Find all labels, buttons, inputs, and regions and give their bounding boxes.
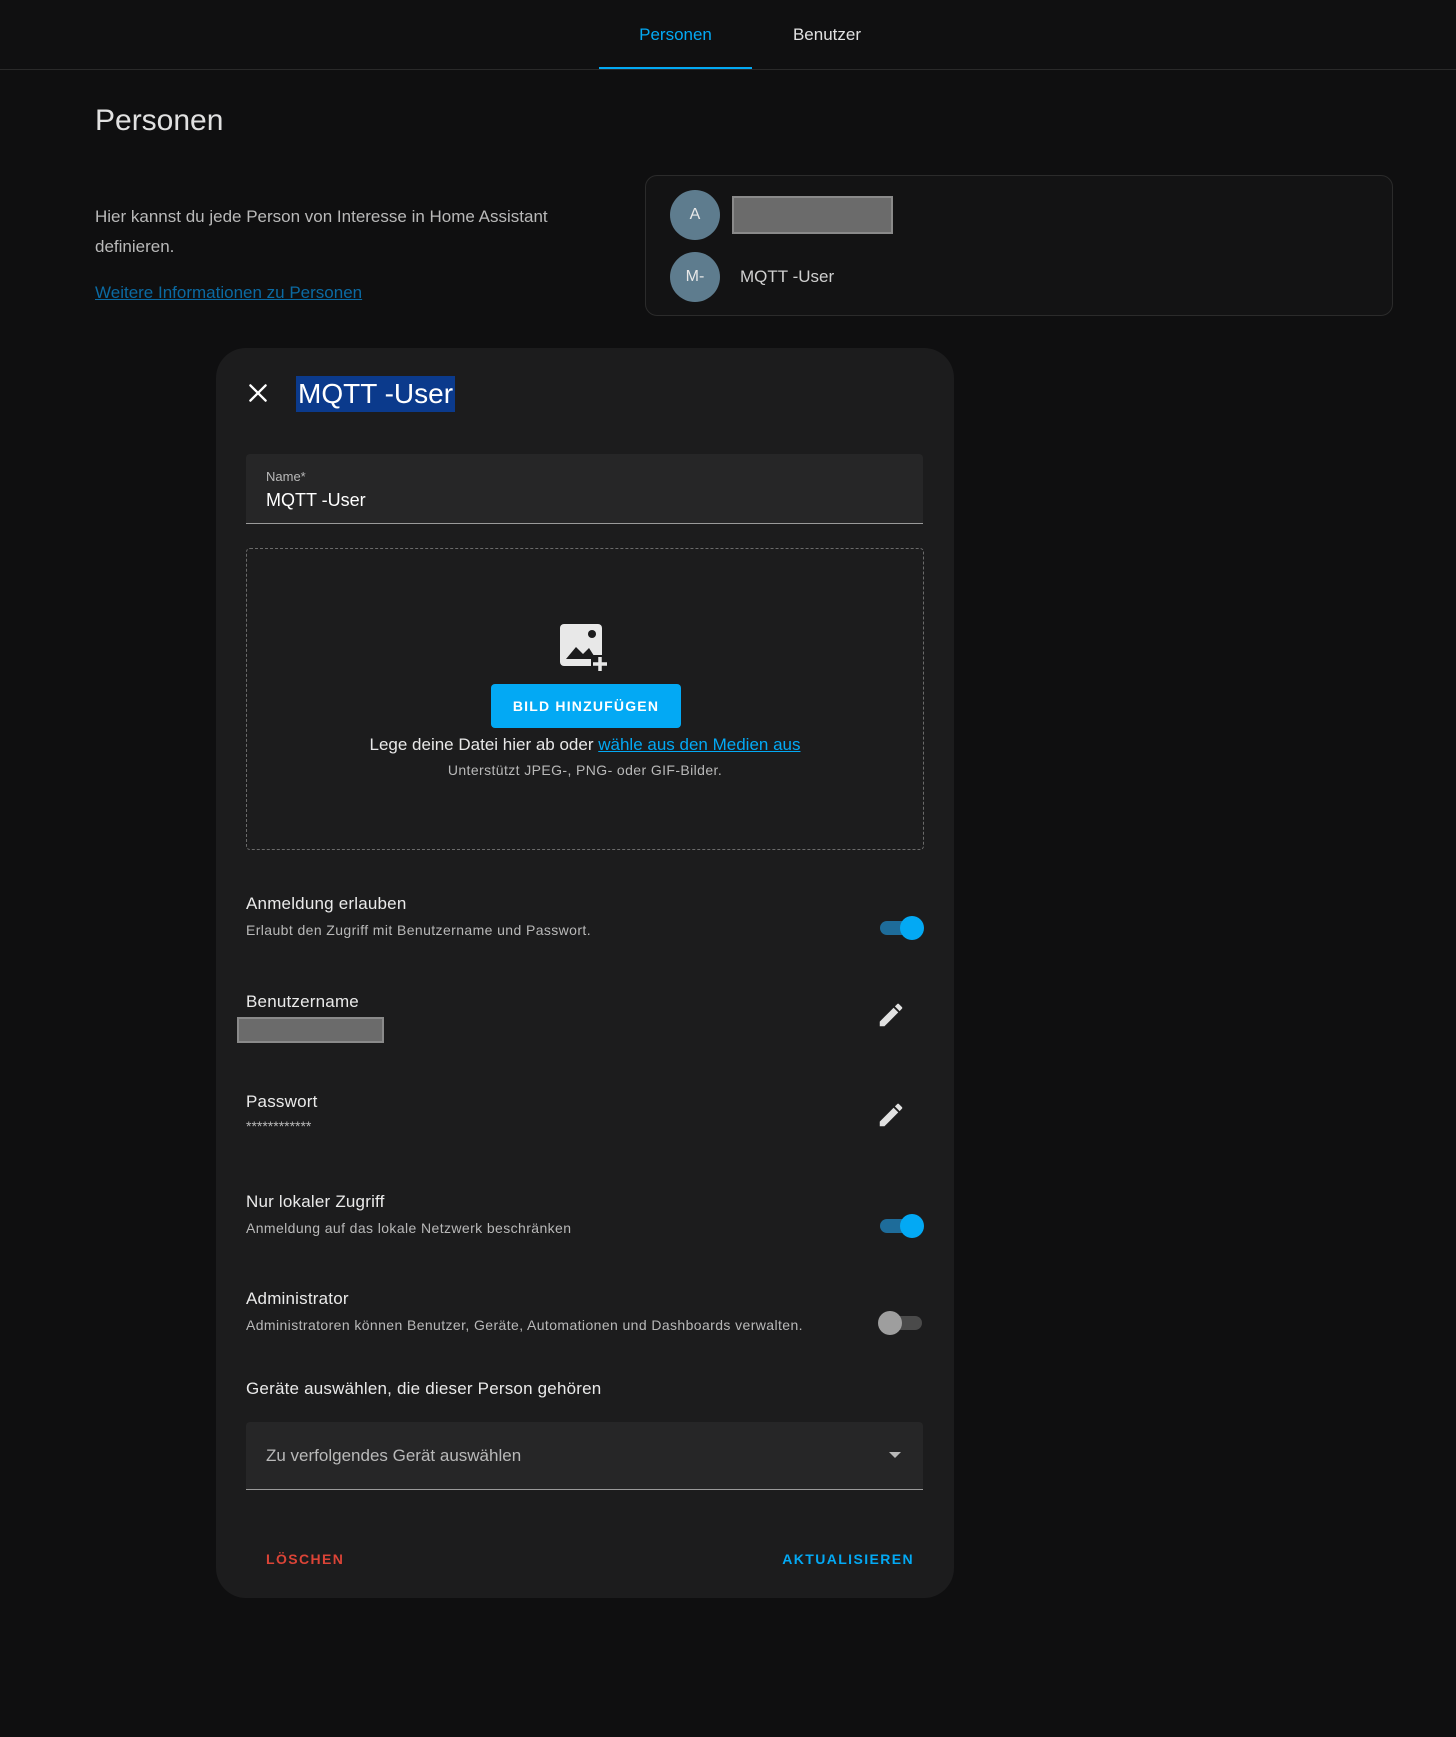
- intro-text: Hier kannst du jede Person von Interesse…: [95, 207, 548, 256]
- edit-password-pencil-icon[interactable]: [876, 1100, 906, 1130]
- allow-login-setting: Anmeldung erlauben Erlaubt den Zugriff m…: [246, 894, 926, 938]
- local-only-title: Nur lokaler Zugriff: [246, 1192, 385, 1211]
- toggle-thumb: [900, 1214, 924, 1238]
- persons-card: A M- MQTT -User: [645, 175, 1393, 316]
- allow-login-desc: Erlaubt den Zugriff mit Benutzername und…: [246, 922, 592, 938]
- add-image-button[interactable]: BILD HINZUFÜGEN: [491, 684, 681, 728]
- name-field-label: Name*: [266, 469, 306, 484]
- person-dialog: MQTT -User Name* MQTT -User BILD HINZUFÜ…: [216, 348, 954, 1598]
- toggle-thumb: [900, 916, 924, 940]
- username-title: Benutzername: [246, 992, 359, 1011]
- person-row[interactable]: M- MQTT -User: [670, 252, 1270, 302]
- allow-login-toggle[interactable]: [878, 916, 924, 940]
- admin-toggle[interactable]: [878, 1311, 924, 1335]
- upload-hint: Unterstützt JPEG-, PNG- oder GIF-Bilder.: [447, 762, 723, 778]
- admin-setting: Administrator Administratoren können Ben…: [246, 1289, 926, 1333]
- name-field[interactable]: Name* MQTT -User: [246, 454, 923, 524]
- local-only-toggle[interactable]: [878, 1214, 924, 1238]
- close-icon[interactable]: [245, 380, 271, 406]
- redacted-person-name: [732, 196, 893, 234]
- device-select-placeholder: Zu verfolgendes Gerät auswählen: [266, 1446, 522, 1465]
- drop-text: Lege deine Datei hier ab oder wähle aus …: [247, 735, 923, 755]
- password-title: Passwort: [246, 1092, 318, 1111]
- person-row[interactable]: A: [670, 190, 1270, 240]
- toggle-thumb: [878, 1311, 902, 1335]
- devices-setting: Geräte auswählen, die dieser Person gehö…: [246, 1379, 926, 1399]
- delete-button[interactable]: LÖSCHEN: [266, 1551, 344, 1567]
- name-field-value[interactable]: MQTT -User: [266, 490, 366, 511]
- password-value: ************: [246, 1118, 312, 1134]
- person-name: MQTT -User: [740, 267, 835, 286]
- username-setting: Benutzername: [246, 992, 926, 1012]
- update-button[interactable]: AKTUALISIEREN: [782, 1551, 914, 1567]
- device-select[interactable]: Zu verfolgendes Gerät auswählen: [246, 1422, 923, 1490]
- admin-title: Administrator: [246, 1289, 349, 1308]
- redacted-username: [237, 1017, 384, 1043]
- allow-login-title: Anmeldung erlauben: [246, 894, 407, 913]
- devices-title: Geräte auswählen, die dieser Person gehö…: [246, 1379, 602, 1398]
- password-setting: Passwort ************: [246, 1092, 926, 1134]
- more-info-link[interactable]: Weitere Informationen zu Personen: [95, 283, 362, 303]
- dialog-title: MQTT -User: [296, 376, 456, 412]
- page-title: Personen: [95, 104, 224, 137]
- admin-desc: Administratoren können Benutzer, Geräte,…: [246, 1317, 803, 1333]
- avatar: A: [670, 190, 720, 240]
- edit-username-pencil-icon[interactable]: [876, 1000, 906, 1030]
- avatar: M-: [670, 252, 720, 302]
- chevron-down-icon: [889, 1452, 901, 1458]
- top-tab-bar: Personen Benutzer: [0, 0, 1456, 70]
- local-only-desc: Anmeldung auf das lokale Netzwerk beschr…: [246, 1220, 572, 1236]
- drop-text-label: Lege deine Datei hier ab oder: [369, 735, 594, 754]
- tab-benutzer[interactable]: Benutzer: [760, 0, 894, 69]
- choose-media-link[interactable]: wähle aus den Medien aus: [598, 735, 800, 754]
- tab-personen[interactable]: Personen: [599, 0, 752, 69]
- image-plus-icon: [557, 621, 609, 673]
- local-only-setting: Nur lokaler Zugriff Anmeldung auf das lo…: [246, 1192, 926, 1236]
- image-dropzone[interactable]: BILD HINZUFÜGEN Lege deine Datei hier ab…: [246, 548, 924, 850]
